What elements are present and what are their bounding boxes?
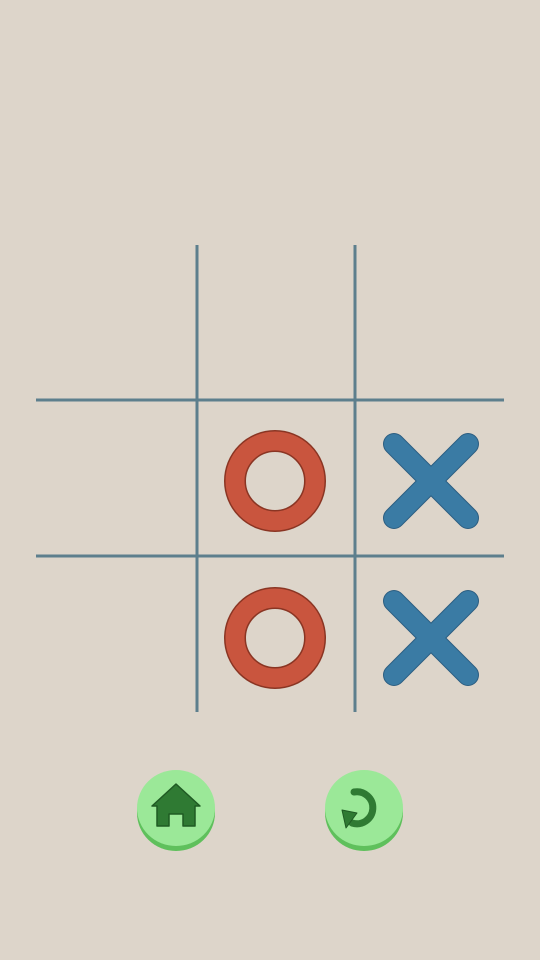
board-cell-2-2[interactable] [199,405,351,557]
home-button[interactable] [136,766,216,852]
board-cell-3-1[interactable] [42,562,194,714]
tic-tac-toe-board [36,245,507,714]
board-cell-1-3[interactable] [355,247,507,399]
board-cell-1-1[interactable] [42,247,194,399]
board-cell-3-3[interactable] [355,562,507,714]
board-cell-2-1[interactable] [42,405,194,557]
board-cell-1-2[interactable] [199,247,351,399]
board-cell-3-2[interactable] [199,562,351,714]
board-cell-2-3[interactable] [355,405,507,557]
restart-button[interactable] [324,766,404,852]
game-screen [0,0,540,960]
board-cells [42,247,507,714]
